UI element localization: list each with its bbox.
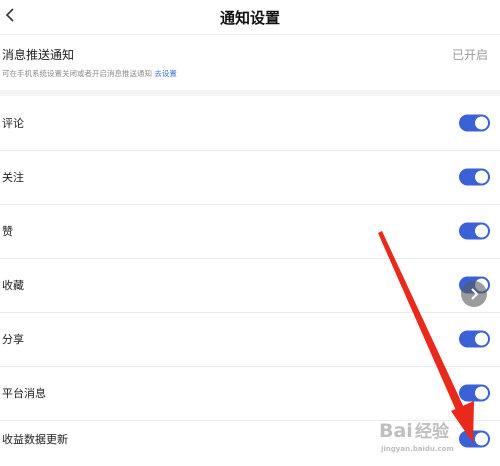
baidu-jingyan-watermark: Bai 经验 jingyan.baidu.com: [377, 412, 499, 456]
setting-row-comment: 评论: [0, 96, 500, 151]
push-subtitle: 可在手机系统设置关闭或者开启消息推送通知 去设置: [2, 68, 177, 79]
watermark-logo-icon: Bai 经验 jingyan.baidu.com: [379, 420, 454, 453]
push-subtitle-text: 可在手机系统设置关闭或者开启消息推送通知: [2, 69, 152, 78]
setting-label: 平台消息: [2, 386, 46, 400]
go-settings-link[interactable]: 去设置: [154, 69, 177, 78]
setting-label: 收藏: [2, 278, 24, 292]
svg-text:jingyan.baidu.com: jingyan.baidu.com: [380, 445, 454, 453]
floating-next-button[interactable]: [461, 281, 487, 307]
share-toggle[interactable]: [459, 330, 490, 348]
push-notification-section[interactable]: 消息推送通知 已开启 可在手机系统设置关闭或者开启消息推送通知 去设置: [0, 34, 500, 91]
setting-label: 关注: [2, 170, 24, 184]
setting-row-like: 赞: [0, 204, 500, 259]
top-bar: 通知设置: [0, 0, 500, 34]
svg-text:经验: 经验: [415, 421, 450, 442]
setting-row-share: 分享: [0, 312, 500, 367]
platform-message-toggle[interactable]: [459, 384, 490, 402]
comment-toggle[interactable]: [459, 114, 490, 132]
setting-label: 收益数据更新: [2, 432, 68, 446]
push-title: 消息推送通知: [2, 48, 75, 62]
setting-label: 分享: [2, 332, 24, 346]
setting-label: 赞: [2, 224, 13, 238]
push-status: 已开启: [451, 48, 488, 62]
setting-label: 评论: [2, 116, 24, 130]
setting-row-follow: 关注: [0, 150, 500, 205]
chevron-right-icon: [471, 288, 479, 300]
setting-row-favorite: 收藏: [0, 258, 500, 313]
page-title: 通知设置: [219, 9, 280, 27]
svg-text:Bai: Bai: [379, 420, 413, 442]
follow-toggle[interactable]: [459, 168, 490, 186]
like-toggle[interactable]: [459, 222, 490, 240]
